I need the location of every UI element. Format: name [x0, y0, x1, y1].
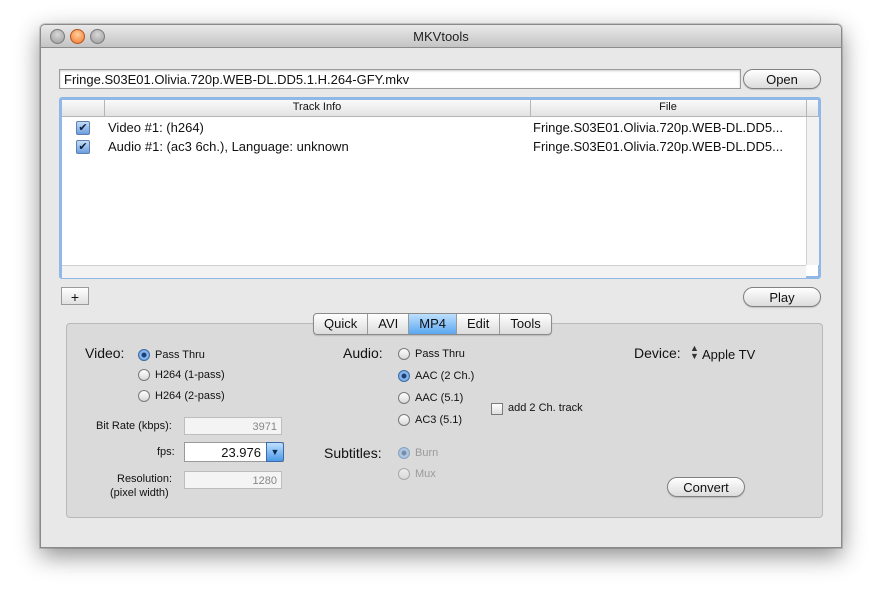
- tab-bar: Quick AVI MP4 Edit Tools: [313, 313, 552, 335]
- convert-button[interactable]: Convert: [667, 477, 745, 497]
- audio-aac-2ch-label[interactable]: AAC (2 Ch.): [415, 370, 474, 382]
- horizontal-scrollbar[interactable]: [62, 265, 806, 278]
- track-checkbox[interactable]: ✔: [76, 140, 90, 154]
- audio-ac3-51-radio[interactable]: [398, 414, 410, 426]
- video-label: Video:: [85, 345, 125, 361]
- column-header-file[interactable]: File: [530, 101, 806, 113]
- subtitles-label: Subtitles:: [324, 445, 382, 461]
- title-bar: MKVtools: [41, 25, 841, 48]
- main-window: MKVtools Fringe.S03E01.Olivia.720p.WEB-D…: [40, 24, 842, 548]
- vertical-scrollbar[interactable]: [806, 117, 819, 265]
- column-divider: [806, 100, 807, 116]
- track-file-cell: Fringe.S03E01.Olivia.720p.WEB-DL.DD5...: [533, 139, 783, 154]
- play-button[interactable]: Play: [743, 287, 821, 307]
- track-info-cell: Video #1: (h264): [108, 120, 204, 135]
- audio-ac3-51-label[interactable]: AC3 (5.1): [415, 414, 462, 426]
- track-table: Track Info File ✔ Video #1: (h264) Fring…: [59, 97, 821, 279]
- tab-quick[interactable]: Quick: [314, 314, 369, 334]
- video-h264-2pass-label[interactable]: H264 (2-pass): [155, 390, 225, 402]
- video-pass-thru-radio[interactable]: [138, 349, 150, 361]
- tab-avi[interactable]: AVI: [368, 314, 410, 334]
- updown-arrows-icon[interactable]: ▲ ▼: [690, 344, 699, 361]
- subtitles-mux-label: Mux: [415, 468, 436, 480]
- bitrate-field[interactable]: 3971: [184, 417, 282, 435]
- video-h264-2pass-radio[interactable]: [138, 390, 150, 402]
- resolution-field[interactable]: 1280: [184, 471, 282, 489]
- device-select[interactable]: Apple TV: [702, 347, 755, 362]
- open-button[interactable]: Open: [743, 69, 821, 89]
- track-info-cell: Audio #1: (ac3 6ch.), Language: unknown: [108, 139, 349, 154]
- video-h264-1pass-radio[interactable]: [138, 369, 150, 381]
- table-header: Track Info File: [62, 100, 818, 117]
- add-track-button[interactable]: +: [61, 287, 89, 305]
- table-row[interactable]: ✔ Audio #1: (ac3 6ch.), Language: unknow…: [62, 137, 802, 156]
- device-label: Device:: [634, 345, 681, 361]
- subtitles-burn-label: Burn: [415, 447, 439, 459]
- video-h264-1pass-label[interactable]: H264 (1-pass): [155, 369, 225, 381]
- track-checkbox[interactable]: ✔: [76, 121, 90, 135]
- column-header-track-info[interactable]: Track Info: [104, 101, 530, 113]
- audio-aac-51-radio[interactable]: [398, 392, 410, 404]
- fps-label: fps:: [157, 446, 175, 458]
- audio-label: Audio:: [343, 345, 383, 361]
- audio-aac-51-label[interactable]: AAC (5.1): [415, 392, 463, 404]
- subtitles-mux-radio: [398, 468, 410, 480]
- resolution-label: Resolution:: [117, 473, 173, 485]
- add-2ch-track-label[interactable]: add 2 Ch. track: [508, 402, 583, 414]
- add-2ch-track-checkbox[interactable]: [491, 403, 503, 415]
- track-file-cell: Fringe.S03E01.Olivia.720p.WEB-DL.DD5...: [533, 120, 783, 135]
- window-title: MKVtools: [413, 29, 469, 44]
- resolution-sub-label: (pixel width): [110, 487, 169, 499]
- chevron-down-icon[interactable]: ▼: [266, 442, 284, 462]
- table-row[interactable]: ✔ Video #1: (h264) Fringe.S03E01.Olivia.…: [62, 118, 802, 137]
- file-path-field[interactable]: Fringe.S03E01.Olivia.720p.WEB-DL.DD5.1.H…: [59, 69, 741, 89]
- subtitles-burn-radio: [398, 447, 410, 459]
- tab-tools[interactable]: Tools: [500, 314, 550, 334]
- audio-aac-2ch-radio[interactable]: [398, 370, 410, 382]
- audio-pass-thru-label[interactable]: Pass Thru: [415, 348, 465, 360]
- tab-mp4[interactable]: MP4: [409, 314, 457, 334]
- audio-pass-thru-radio[interactable]: [398, 348, 410, 360]
- video-pass-thru-label[interactable]: Pass Thru: [155, 349, 205, 361]
- bitrate-label: Bit Rate (kbps):: [96, 420, 172, 432]
- tab-edit[interactable]: Edit: [457, 314, 501, 334]
